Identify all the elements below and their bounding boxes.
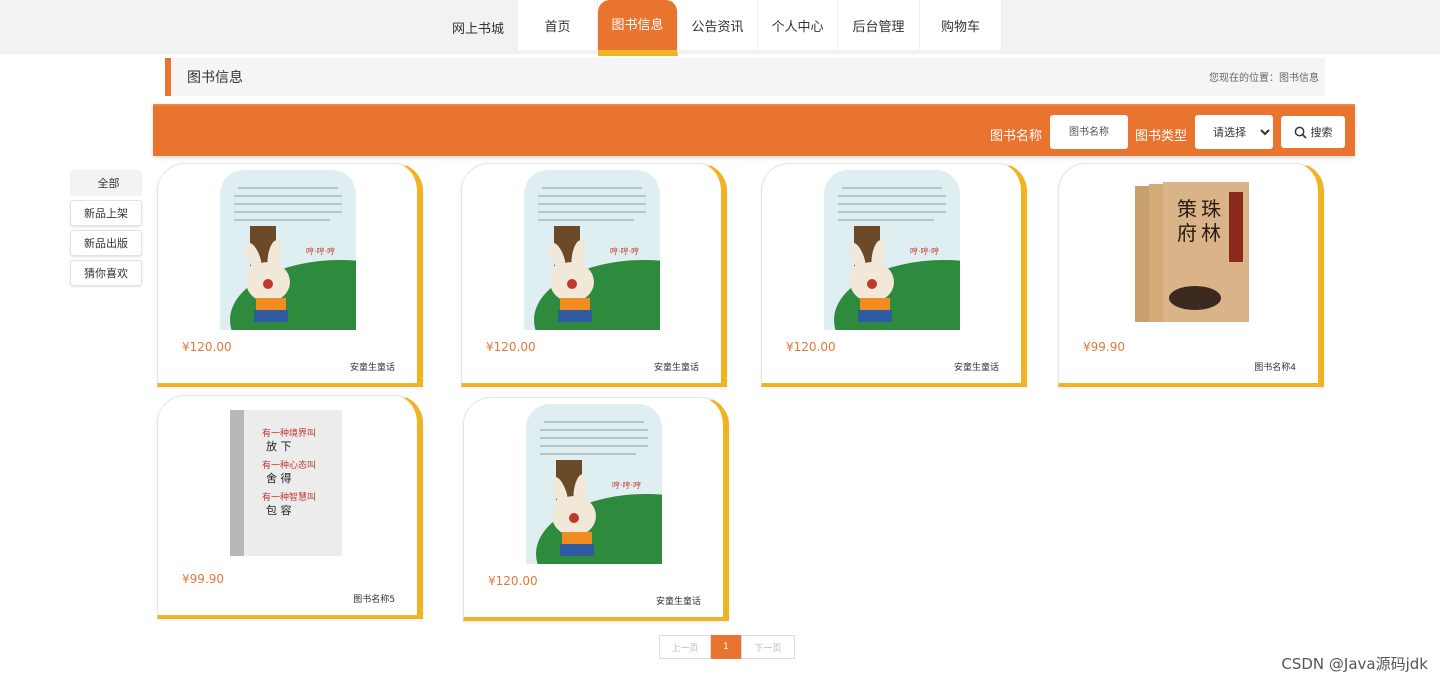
book-title[interactable]: 图书名称4	[1254, 360, 1296, 373]
book-card[interactable]: ¥120.00 安童生童话	[461, 163, 727, 387]
book-title[interactable]: 安童生童话	[656, 594, 701, 607]
book-price: ¥99.90	[1083, 340, 1125, 354]
top-navbar: 网上书城 首页 图书信息 公告资讯 个人中心 后台管理 购物车	[0, 0, 1440, 56]
nav-books[interactable]: 图书信息	[598, 0, 678, 56]
search-icon	[1294, 126, 1307, 139]
sidebar-item-recommended[interactable]: 猜你喜欢	[70, 260, 142, 286]
book-cover-image[interactable]	[1121, 170, 1257, 330]
nav-admin[interactable]: 后台管理	[838, 0, 920, 50]
book-card[interactable]: ¥120.00 安童生童话	[761, 163, 1027, 387]
book-title[interactable]: 安童生童话	[350, 360, 395, 373]
nav-news[interactable]: 公告资讯	[678, 0, 758, 50]
book-price: ¥120.00	[486, 340, 536, 354]
book-cover-image[interactable]	[220, 170, 356, 330]
site-brand[interactable]: 网上书城	[452, 18, 504, 37]
book-title[interactable]: 安童生童话	[954, 360, 999, 373]
nav-home[interactable]: 首页	[518, 0, 598, 50]
book-name-input[interactable]	[1050, 115, 1128, 149]
book-name-label: 图书名称	[990, 129, 1043, 144]
book-type-label: 图书类型	[1135, 129, 1188, 144]
nav-profile[interactable]: 个人中心	[758, 0, 838, 50]
book-price: ¥120.00	[182, 340, 232, 354]
book-cover-image[interactable]	[524, 170, 660, 330]
search-bar: 图书名称 图书类型 请选择 搜索	[153, 104, 1355, 156]
book-card[interactable]: ¥120.00 安童生童话	[463, 397, 729, 621]
prev-page-button[interactable]: 上一页	[659, 635, 711, 659]
book-price: ¥120.00	[488, 574, 538, 588]
book-price: ¥120.00	[786, 340, 836, 354]
book-cover-image[interactable]	[824, 170, 960, 330]
next-page-button[interactable]: 下一页	[741, 635, 795, 659]
search-button-label: 搜索	[1310, 126, 1333, 139]
book-type-select[interactable]: 请选择	[1195, 115, 1273, 149]
book-card[interactable]: ¥120.00 安童生童话	[157, 163, 423, 387]
search-button[interactable]: 搜索	[1281, 116, 1345, 148]
nav-cart[interactable]: 购物车	[920, 0, 1002, 50]
book-cover-image[interactable]	[220, 402, 356, 562]
book-title[interactable]: 图书名称5	[353, 592, 395, 605]
book-card[interactable]: ¥99.90 图书名称5	[157, 395, 423, 619]
category-sidebar: 全部 新品上架 新品出版 猜你喜欢	[70, 170, 142, 290]
page-number-current[interactable]: 1	[711, 635, 741, 659]
book-price: ¥99.90	[182, 572, 224, 586]
breadcrumb: 图书信息 您现在的位置：图书信息	[165, 58, 1325, 96]
breadcrumb-location: 您现在的位置：图书信息	[1209, 73, 1319, 84]
book-card[interactable]: ¥99.90 图书名称4	[1058, 163, 1324, 387]
page-title: 图书信息	[187, 70, 243, 86]
sidebar-item-new-arrivals[interactable]: 新品上架	[70, 200, 142, 226]
book-title[interactable]: 安童生童话	[654, 360, 699, 373]
main-nav: 首页 图书信息 公告资讯 个人中心 后台管理 购物车	[518, 0, 1002, 56]
watermark: CSDN @Java源码jdk	[1281, 655, 1428, 673]
sidebar-item-new-publications[interactable]: 新品出版	[70, 230, 142, 256]
pagination: 上一页 1 下一页	[659, 635, 795, 659]
sidebar-item-all[interactable]: 全部	[70, 170, 142, 196]
book-cover-image[interactable]	[526, 404, 662, 564]
